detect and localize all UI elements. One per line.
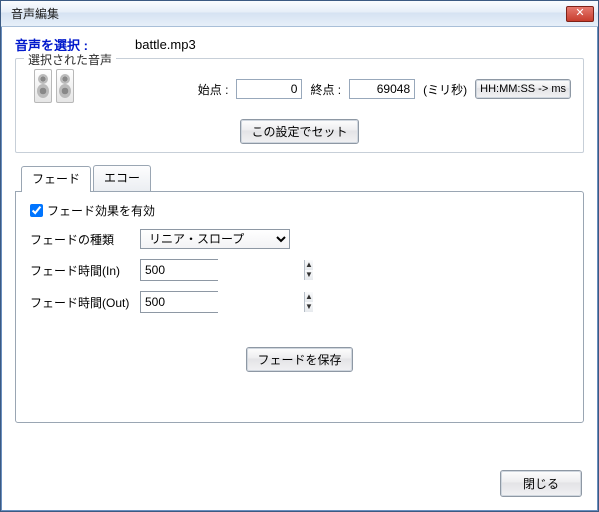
tab-fade[interactable]: フェード xyxy=(21,166,91,192)
fade-in-input[interactable] xyxy=(141,260,304,280)
fade-enable-label: フェード効果を有効 xyxy=(47,202,155,219)
apply-settings-button[interactable]: この設定でセット xyxy=(240,119,358,144)
fade-in-spinner[interactable]: ▲▼ xyxy=(140,259,218,281)
fade-type-label: フェードの種類 xyxy=(30,231,140,248)
close-button[interactable]: 閉じる xyxy=(500,470,582,497)
speaker-icon xyxy=(34,69,78,109)
end-label: 終点 : xyxy=(310,81,341,98)
fade-out-label: フェード時間(Out) xyxy=(30,294,140,311)
chevron-down-icon[interactable]: ▼ xyxy=(305,302,313,312)
titlebar: 音声編集 ✕ xyxy=(1,1,598,27)
window-title: 音声編集 xyxy=(11,5,566,22)
chevron-up-icon[interactable]: ▲ xyxy=(305,260,313,270)
effects-tabs: フェード エコー フェード効果を有効 フェードの種類 リニア・スロープ フェード… xyxy=(15,165,584,423)
fade-out-input[interactable] xyxy=(141,292,304,312)
audio-file-name: battle.mp3 xyxy=(135,37,196,52)
dialog-footer: 閉じる xyxy=(500,470,582,497)
hms-convert-button[interactable]: HH:MM:SS -> ms xyxy=(475,79,571,99)
fade-out-spinner[interactable]: ▲▼ xyxy=(140,291,218,313)
fade-type-select[interactable]: リニア・スロープ xyxy=(140,229,290,249)
save-fade-button[interactable]: フェードを保存 xyxy=(246,347,352,372)
group-legend: 選択された音声 xyxy=(24,51,116,68)
chevron-down-icon[interactable]: ▼ xyxy=(305,270,313,280)
fade-in-label: フェード時間(In) xyxy=(30,262,140,279)
tab-echo[interactable]: エコー xyxy=(93,165,151,191)
fade-enable-checkbox[interactable] xyxy=(30,204,43,217)
fade-panel: フェード効果を有効 フェードの種類 リニア・スロープ フェード時間(In) ▲▼ xyxy=(15,191,584,423)
chevron-up-icon[interactable]: ▲ xyxy=(305,292,313,302)
selected-audio-group: 選択された音声 始点 : 終点 : (ミリ秒) HH:MM:SS -> ms こ… xyxy=(15,58,584,153)
content: 音声を選択 : battle.mp3 選択された音声 始点 : 終点 : (ミリ… xyxy=(1,27,598,435)
start-label: 始点 : xyxy=(198,81,229,98)
dialog-window: 音声編集 ✕ 音声を選択 : battle.mp3 選択された音声 始点 : 終… xyxy=(0,0,599,512)
end-input[interactable] xyxy=(349,79,415,99)
unit-label: (ミリ秒) xyxy=(423,81,467,98)
start-input[interactable] xyxy=(236,79,302,99)
close-icon[interactable]: ✕ xyxy=(566,6,594,22)
